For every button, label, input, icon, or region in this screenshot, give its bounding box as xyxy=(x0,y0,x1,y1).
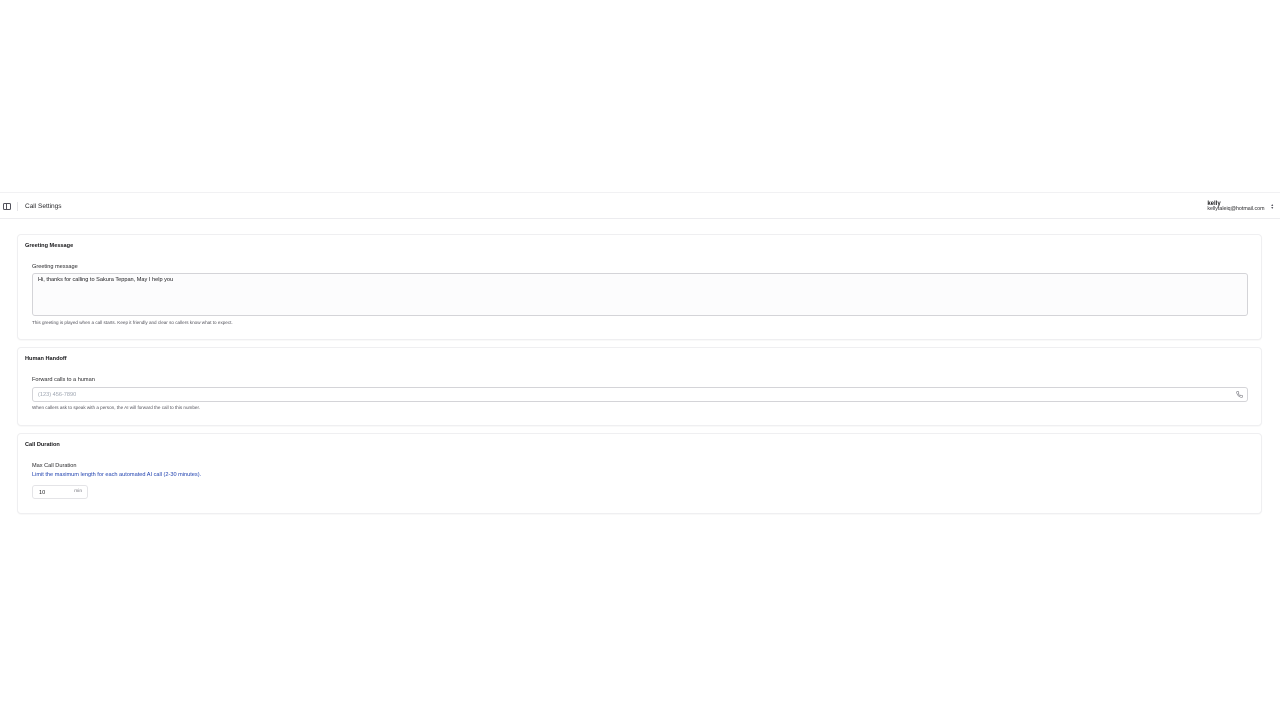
user-menu-button[interactable]: kelly kellytaleiq@hotmail.com ▲ ▼ xyxy=(1207,200,1274,214)
phone-placeholder: (123) 456-7890 xyxy=(38,392,77,398)
user-info: kelly kellytaleiq@hotmail.com xyxy=(1207,201,1264,213)
handoff-card: Human Handoff Forward calls to a human (… xyxy=(17,347,1262,426)
handoff-hint: When callers ask to speak with a person,… xyxy=(32,405,201,410)
greeting-message-textarea[interactable]: Hi, thanks for calling to Sakura Teppan,… xyxy=(32,273,1248,316)
max-duration-label: Max Call Duration xyxy=(32,463,77,469)
duration-hint: Limit the maximum length for each automa… xyxy=(32,472,202,478)
phone-icon xyxy=(1236,391,1243,398)
chevrons-up-down-icon: ▲ ▼ xyxy=(1270,202,1274,211)
forward-phone-input[interactable]: (123) 456-7890 xyxy=(32,387,1248,402)
user-email: kellytaleiq@hotmail.com xyxy=(1207,206,1265,213)
duration-section-title: Call Duration xyxy=(25,442,60,448)
duration-unit: min xyxy=(74,489,82,494)
greeting-section-title: Greeting Message xyxy=(25,243,74,249)
sidebar-toggle-icon[interactable] xyxy=(3,203,11,210)
page-title: Call Settings xyxy=(25,203,62,210)
app-shell: Call Settings kelly kellytaleiq@hotmail.… xyxy=(0,192,1280,522)
greeting-label: Greeting message xyxy=(32,264,78,270)
top-header: Call Settings kelly kellytaleiq@hotmail.… xyxy=(0,192,1280,219)
duration-card: Call Duration Max Call Duration Limit th… xyxy=(17,433,1262,514)
greeting-hint: This greeting is played when a call star… xyxy=(32,320,233,325)
forward-label: Forward calls to a human xyxy=(32,377,95,383)
duration-value: 10 xyxy=(39,490,46,496)
header-divider xyxy=(17,202,18,211)
handoff-section-title: Human Handoff xyxy=(25,356,67,362)
max-duration-input[interactable]: 10 min xyxy=(32,485,88,499)
greeting-card: Greeting Message Greeting message Hi, th… xyxy=(17,234,1262,340)
